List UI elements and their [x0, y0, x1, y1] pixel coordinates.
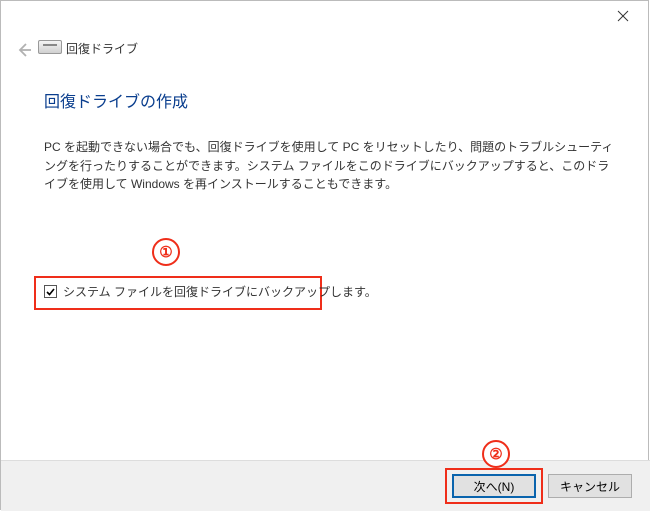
backup-system-files-checkbox[interactable]: [44, 285, 57, 298]
next-button-label: 次へ(N): [474, 478, 515, 495]
checkmark-icon: [45, 286, 56, 297]
annotation-1-marker: ①: [152, 238, 180, 266]
page-description: PC を起動できない場合でも、回復ドライブを使用して PC をリセットしたり、問…: [44, 138, 617, 194]
backup-system-files-label: システム ファイルを回復ドライブにバックアップします。: [63, 283, 377, 300]
recovery-drive-icon: [38, 40, 60, 56]
next-button[interactable]: 次へ(N): [452, 474, 536, 498]
window-frame: [0, 0, 649, 510]
backup-system-files-option[interactable]: システム ファイルを回復ドライブにバックアップします。: [44, 283, 377, 300]
window-title: 回復ドライブ: [66, 40, 138, 57]
cancel-button-label: キャンセル: [560, 478, 620, 495]
close-icon: [617, 10, 629, 22]
back-arrow-icon: [16, 42, 32, 58]
page-title: 回復ドライブの作成: [44, 88, 188, 112]
back-button[interactable]: [14, 40, 34, 60]
annotation-2-marker: ②: [482, 440, 510, 468]
close-button[interactable]: [605, 4, 641, 28]
cancel-button[interactable]: キャンセル: [548, 474, 632, 498]
